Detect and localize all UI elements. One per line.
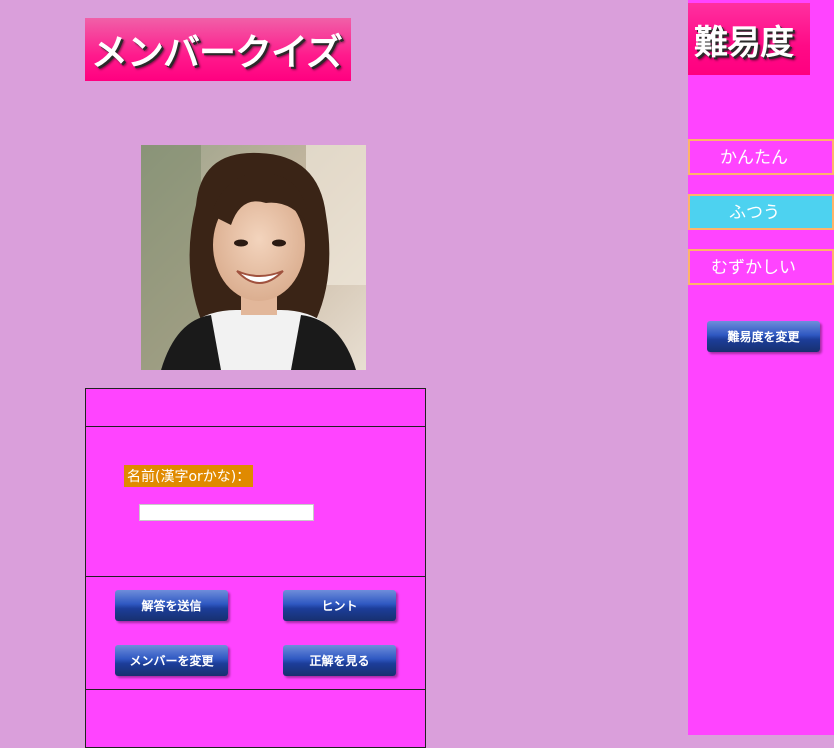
hint-button[interactable]: ヒント [283,590,396,621]
difficulty-option-normal[interactable]: ふつう [688,194,834,230]
divider [86,426,425,427]
difficulty-title-banner: 難易度 [688,3,810,75]
divider [86,576,425,577]
divider [86,689,425,690]
difficulty-option-hard[interactable]: むずかしい [688,249,834,285]
difficulty-option-easy[interactable]: かんたん [688,139,834,175]
page-title: メンバークイズ [91,31,343,74]
difficulty-option-label: ふつう [729,203,780,223]
name-label: 名前(漢字orかな)： [124,465,254,487]
member-photo [141,145,366,370]
name-input[interactable] [139,504,314,521]
submit-answer-button[interactable]: 解答を送信 [115,590,228,621]
quiz-panel: 名前(漢字orかな)： 解答を送信 ヒント メンバーを変更 正解を見る [85,388,426,748]
quiz-title-banner: メンバークイズ [85,18,351,81]
change-member-button[interactable]: メンバーを変更 [115,645,228,676]
difficulty-title: 難易度 [694,23,794,63]
difficulty-sidebar: 難易度 かんたん ふつう むずかしい 難易度を変更 [688,0,834,735]
show-answer-button[interactable]: 正解を見る [283,645,396,676]
change-difficulty-button[interactable]: 難易度を変更 [707,321,820,352]
member-photo-image [141,145,366,370]
difficulty-option-label: むずかしい [711,258,796,278]
difficulty-option-label: かんたん [720,148,788,168]
